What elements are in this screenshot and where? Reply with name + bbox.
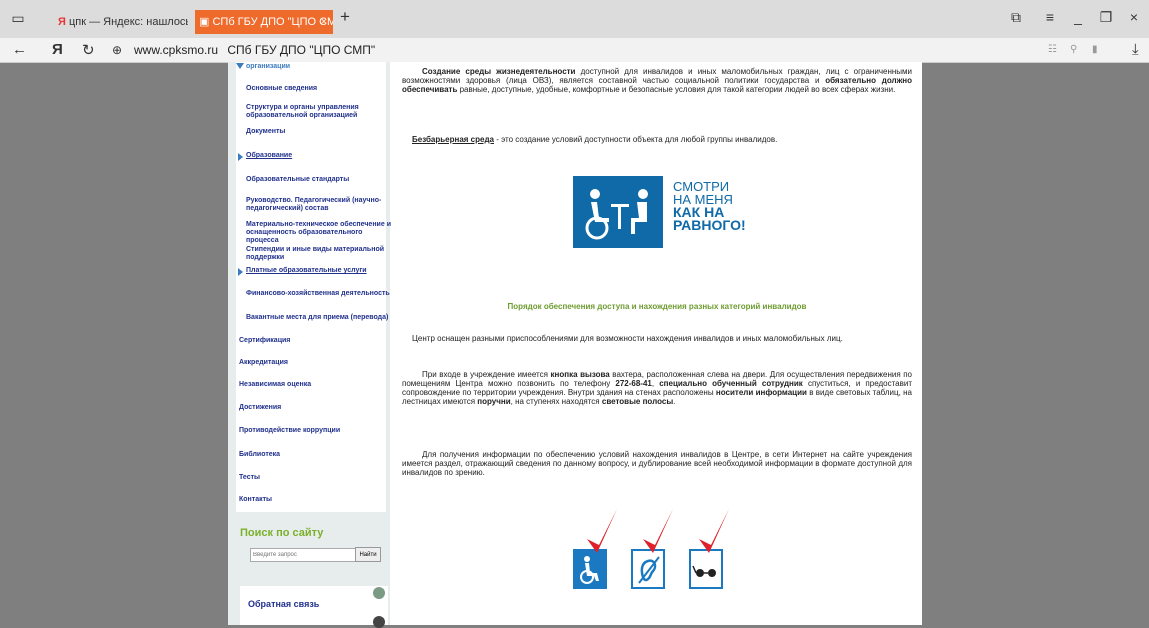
url-field[interactable]: www.cpksmo.ru СПб ГБУ ДПО "ЦПО СМП": [134, 43, 375, 57]
chat-icon[interactable]: [373, 616, 385, 628]
sidebar: организации Основные сведения Структура …: [228, 62, 391, 628]
nav-item-certification[interactable]: Сертификация: [239, 337, 384, 345]
nav-item-vacancies[interactable]: Вакантные места для приема (перевода): [246, 314, 391, 322]
barrier-free-link[interactable]: Безбарьерная среда: [412, 135, 494, 144]
nav-item-achievements[interactable]: Достижения: [239, 404, 384, 412]
tabs-panel-icon[interactable]: ▭: [8, 10, 28, 27]
section-heading: Порядок обеспечения доступа и нахождения…: [507, 302, 807, 311]
reload-icon[interactable]: ↻: [82, 41, 95, 59]
paragraph-entrance: При входе в учреждение имеется кнопка вы…: [402, 370, 913, 406]
feedback-icon: [373, 587, 385, 599]
browser-tab-bar: ▭ Я цпк — Яндекс: нашлось 25 ▣ СПб ГБУ Д…: [0, 0, 1149, 38]
paragraph-equipment: Центр оснащен разными приспособлениями д…: [412, 334, 843, 343]
back-arrow-icon[interactable]: ←: [12, 41, 27, 58]
check-mark-icon: [643, 509, 673, 553]
sidebar-nav: организации Основные сведения Структура …: [236, 62, 391, 512]
wheelchair-table-icon: [573, 176, 663, 248]
collapsed-arrow-icon: [238, 153, 243, 161]
nav-item-standards[interactable]: Образовательные стандарты: [246, 176, 391, 184]
feedback-box[interactable]: Обратная связь: [240, 586, 388, 628]
download-icon[interactable]: ⤓: [1132, 41, 1139, 58]
paragraph-barrier-free: Безбарьерная среда - это создание услови…: [412, 135, 778, 144]
nav-item-accreditation[interactable]: Аккредитация: [239, 359, 384, 367]
nav-item-management[interactable]: Руководство. Педагогический (научно-педа…: [246, 197, 391, 213]
check-mark-icon: [699, 509, 729, 553]
restore-icon[interactable]: ❐: [1096, 9, 1116, 26]
nav-item-scholarships[interactable]: Стипендии и иные виды материальной подде…: [246, 246, 391, 262]
tab-active-site[interactable]: ▣ СПб ГБУ ДПО "ЦПО СМ ×: [195, 10, 333, 34]
site-favicon-icon: ▣: [199, 16, 210, 28]
nav-section-header[interactable]: организации: [236, 63, 391, 71]
paragraph-internet-info: Для получения информации по обеспечению …: [402, 450, 912, 477]
nav-item-documents[interactable]: Документы: [246, 128, 391, 136]
site-search-input[interactable]: [250, 548, 358, 562]
globe-icon: ⊕: [112, 43, 123, 57]
menu-icon[interactable]: ≡: [1040, 9, 1060, 25]
downloads-panel-icon[interactable]: ⧉: [1006, 9, 1026, 26]
nav-item-tests[interactable]: Тесты: [239, 474, 384, 482]
search-page-icon[interactable]: ⚲: [1070, 44, 1077, 55]
hearing-icon: [631, 549, 665, 589]
nav-item-library[interactable]: Библиотека: [239, 451, 384, 459]
web-page: организации Основные сведения Структура …: [228, 62, 922, 628]
nav-item-basic-info[interactable]: Основные сведения: [246, 85, 391, 93]
search-button[interactable]: Найти: [355, 547, 381, 562]
tab-yandex-search[interactable]: Я цпк — Яндекс: нашлось 25: [58, 10, 188, 34]
yandex-home-icon[interactable]: Я: [52, 41, 63, 58]
window-close-icon[interactable]: ×: [1124, 9, 1144, 25]
address-bar: ← Я ↻ ⊕ www.cpksmo.ru СПб ГБУ ДПО "ЦПО С…: [0, 38, 1149, 63]
new-tab-button[interactable]: +: [335, 7, 355, 27]
nav-item-anticorruption[interactable]: Противодействие коррупции: [239, 427, 384, 435]
wheelchair-icon: [573, 549, 607, 589]
minimize-icon[interactable]: _: [1068, 9, 1088, 25]
reader-mode-icon[interactable]: ☷: [1048, 44, 1057, 55]
equal-logo: СМОТРИ НА МЕНЯ КАК НА РАВНОГО!: [573, 176, 749, 253]
check-mark-icon: [587, 509, 617, 553]
nav-item-finance[interactable]: Финансово-хозяйственная деятельность: [246, 290, 391, 298]
logo-text: СМОТРИ НА МЕНЯ КАК НА РАВНОГО!: [673, 179, 746, 233]
yandex-logo-icon: Я: [58, 16, 66, 28]
accessibility-icons: [573, 507, 735, 595]
expanded-arrow-icon: [236, 63, 244, 69]
bookmark-icon[interactable]: ▮: [1092, 44, 1098, 55]
nav-item-contacts[interactable]: Контакты: [239, 496, 384, 504]
vision-glasses-icon: [689, 549, 723, 589]
nav-item-paid-services[interactable]: Платные образовательные услуги: [238, 267, 391, 276]
nav-item-facilities[interactable]: Материально-техническое обеспечение и ос…: [246, 221, 391, 245]
nav-item-education[interactable]: Образование: [238, 152, 391, 161]
search-title: Поиск по сайту: [240, 527, 324, 539]
collapsed-arrow-icon: [238, 268, 243, 276]
close-tab-icon[interactable]: ×: [321, 10, 327, 34]
nav-item-independent-assessment[interactable]: Независимая оценка: [239, 381, 384, 389]
paragraph-intro: Создание среды жизнедеятельности доступн…: [402, 67, 912, 94]
nav-item-structure[interactable]: Структура и органы управления образовате…: [246, 104, 391, 120]
feedback-link[interactable]: Обратная связь: [248, 599, 319, 609]
